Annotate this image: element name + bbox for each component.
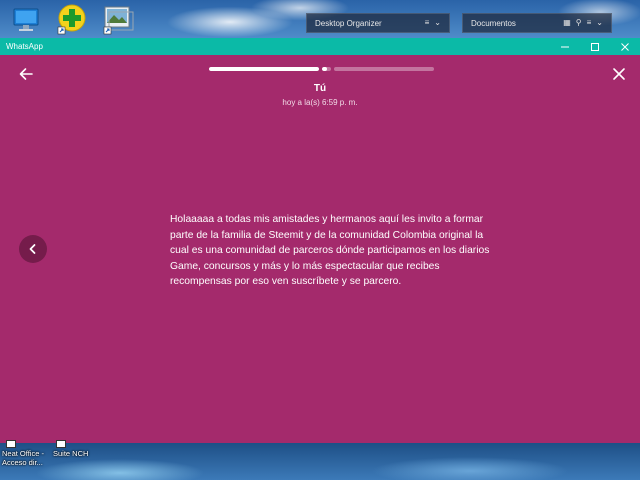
- back-button[interactable]: [18, 67, 34, 81]
- this-pc-icon[interactable]: [10, 3, 42, 35]
- status-progress-bar: [209, 67, 434, 71]
- suite-nch-shortcut[interactable]: Suite NCH: [53, 449, 103, 458]
- desktop-organizer-widget[interactable]: Desktop Organizer ≡ ⌄: [306, 13, 450, 33]
- status-progress-segment: [334, 67, 434, 71]
- status-viewer: Tú hoy a la(s) 6:59 p. m. Holaaaaa a tod…: [0, 55, 640, 443]
- chevron-down-icon[interactable]: ⌄: [596, 19, 603, 27]
- chevron-down-icon[interactable]: ⌄: [434, 19, 441, 27]
- shortcut-arrow-icon: [56, 440, 66, 448]
- chevron-left-icon: [29, 244, 36, 254]
- photos-shortcut-icon[interactable]: [102, 3, 134, 35]
- maximize-button[interactable]: [580, 38, 610, 55]
- status-progress-segment: [322, 67, 331, 71]
- add-app-shortcut-icon[interactable]: [56, 3, 88, 35]
- documentos-widget[interactable]: Documentos ▦ ⚲ ≡ ⌄: [462, 13, 612, 33]
- arrow-left-icon: [19, 68, 33, 80]
- neat-office-shortcut[interactable]: Neat Office - Acceso dir...: [2, 449, 54, 467]
- close-icon: [621, 42, 629, 51]
- window-title: WhatsApp: [6, 42, 43, 51]
- list-icon[interactable]: ≡: [587, 19, 592, 27]
- minimize-button[interactable]: [550, 38, 580, 55]
- documentos-label: Documentos: [471, 18, 516, 28]
- status-sender-name: Tú: [313, 83, 327, 94]
- status-text: Holaaaaa a todas mis amistades y hermano…: [170, 214, 490, 287]
- close-icon: [613, 68, 625, 80]
- maximize-icon: [591, 42, 599, 51]
- lock-icon[interactable]: ⚲: [576, 19, 582, 27]
- close-window-button[interactable]: [610, 38, 640, 55]
- desktop: Desktop Organizer ≡ ⌄ Documentos ▦ ⚲ ≡ ⌄…: [0, 0, 640, 480]
- menu-icon[interactable]: ≡: [425, 19, 430, 27]
- desktop-organizer-label: Desktop Organizer: [315, 18, 382, 28]
- status-timestamp: hoy a la(s) 6:59 p. m.: [282, 98, 358, 107]
- previous-status-button[interactable]: [19, 235, 47, 263]
- grid-view-icon[interactable]: ▦: [563, 19, 571, 27]
- whatsapp-titlebar: WhatsApp: [0, 38, 640, 55]
- close-status-button[interactable]: [612, 67, 626, 81]
- status-progress-segment: [209, 67, 319, 71]
- minimize-icon: [561, 46, 569, 47]
- shortcut-arrow-icon: [6, 440, 16, 448]
